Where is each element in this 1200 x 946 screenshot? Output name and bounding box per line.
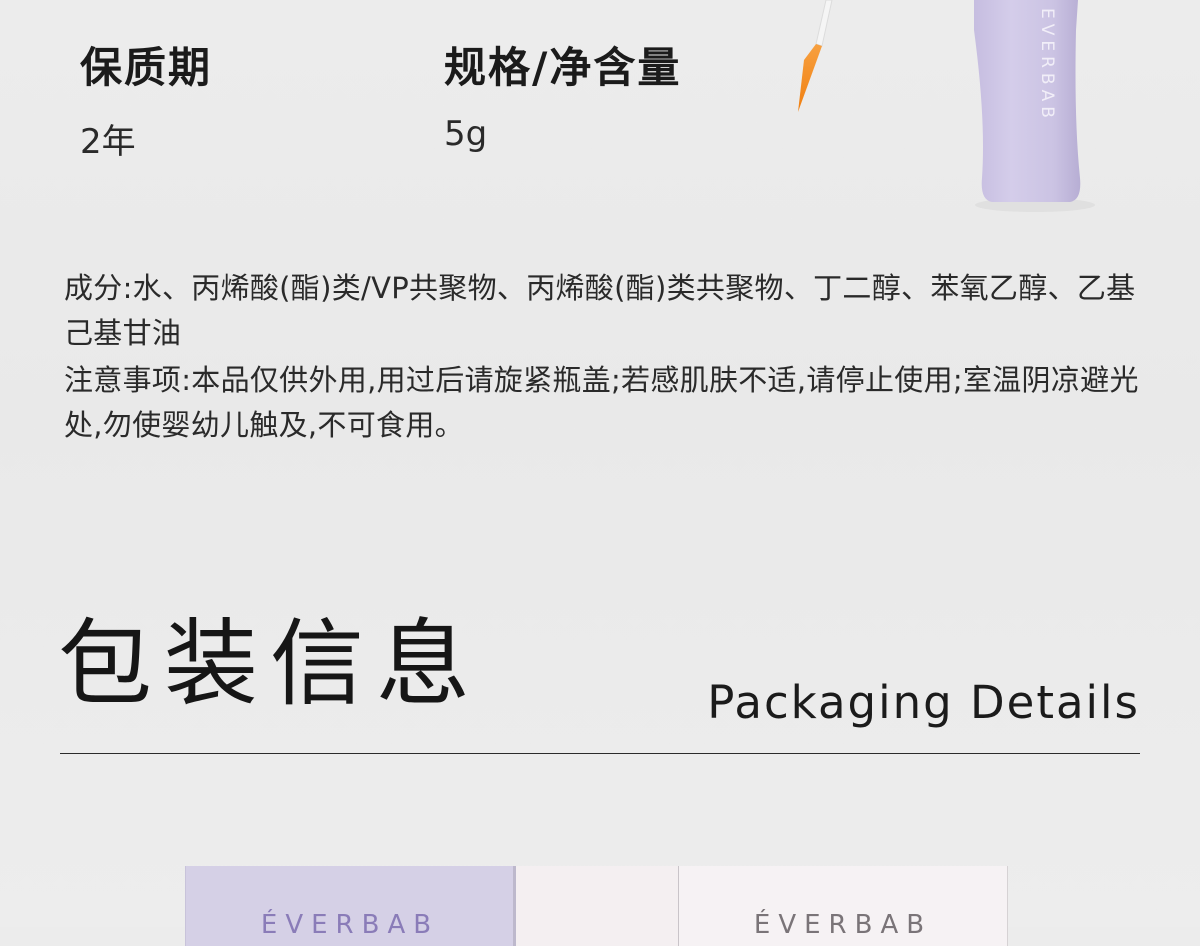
section-divider: [60, 753, 1140, 754]
usage-notice-text: 注意事项:本品仅供外用,用过后请旋紧瓶盖;若感肌肤不适,请停止使用;室温阴凉避光…: [64, 363, 1139, 442]
package-box-white: ÉVERBAB: [678, 866, 1008, 946]
package-box-purple: ÉVERBAB: [185, 866, 514, 946]
shelf-life-value: 2年: [80, 122, 136, 162]
bottle: EVERBAB: [974, 0, 1095, 212]
product-image: EVERBAB: [798, 0, 1095, 212]
ingredients-text: 成分:水、丙烯酸(酯)类/VP共聚物、丙烯酸(酯)类共聚物、丁二醇、苯氧乙醇、乙…: [64, 271, 1136, 350]
net-content-value: 5g: [444, 114, 488, 154]
packaging-section-subtitle: Packaging Details: [707, 676, 1140, 729]
packaging-section-title: 包装信息: [58, 610, 483, 719]
net-content-label: 规格/净含量: [444, 43, 682, 92]
bottle-brand-text: EVERBAB: [1037, 8, 1057, 123]
brush-applicator: [798, 0, 833, 112]
shelf-life-label: 保质期: [80, 43, 213, 92]
package-box-side: [516, 866, 678, 946]
box-brand-text: ÉVERBAB: [753, 910, 933, 940]
box-brand-text: ÉVERBAB: [260, 910, 440, 940]
